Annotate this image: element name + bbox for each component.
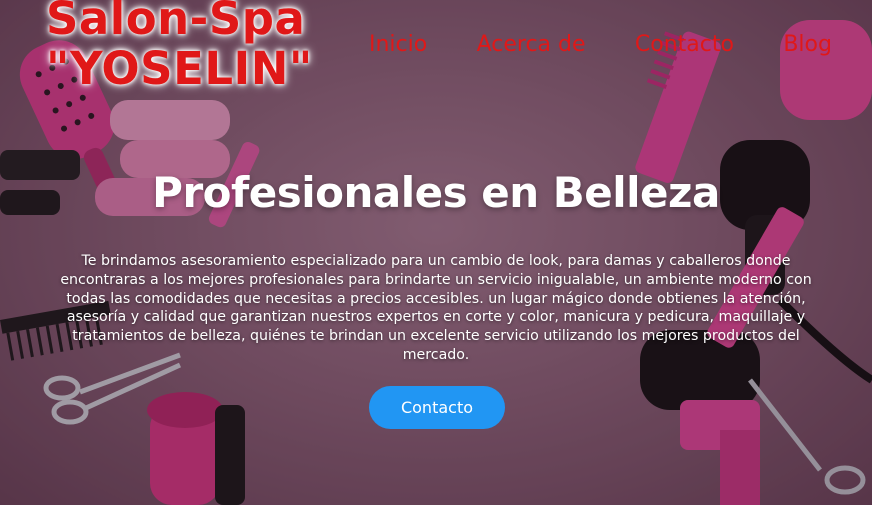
- nav-link-blog[interactable]: Blog: [783, 32, 832, 57]
- brand-line-2: "YOSELIN": [46, 42, 313, 95]
- main-nav: Inicio Acerca de Contacto Blog: [369, 32, 832, 57]
- contact-cta-button[interactable]: Contacto: [369, 386, 505, 429]
- brand-line-1: Salon-Spa: [46, 0, 306, 45]
- brand-logo[interactable]: Salon-Spa "YOSELIN": [46, 0, 313, 94]
- hero-description: Te brindamos asesoramiento especializado…: [60, 253, 812, 363]
- nav-link-acerca-de[interactable]: Acerca de: [477, 32, 586, 57]
- hero-title: Profesionales en Belleza: [152, 168, 720, 217]
- nav-link-contacto[interactable]: Contacto: [635, 32, 734, 57]
- nav-link-inicio[interactable]: Inicio: [369, 32, 427, 57]
